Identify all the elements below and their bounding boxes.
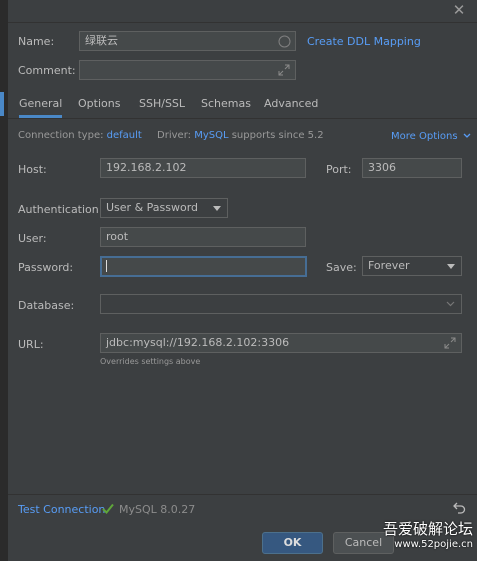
url-label: URL:	[18, 338, 44, 351]
chevron-down-icon	[446, 301, 455, 307]
close-icon[interactable]: ✕	[451, 2, 467, 18]
comment-field[interactable]	[79, 60, 296, 80]
tab-ssh-ssl[interactable]: SSH/SSL	[139, 92, 185, 116]
check-icon	[102, 503, 114, 514]
expand-icon[interactable]	[278, 64, 290, 76]
driver-label: Driver:	[157, 130, 191, 141]
name-label: Name:	[18, 35, 55, 48]
left-panel-strip	[0, 0, 8, 561]
port-label: Port:	[326, 163, 352, 176]
data-source-dialog: ✕ Name: 绿联云 Create DDL Mapping Comment: …	[0, 0, 477, 561]
test-connection-link[interactable]: Test Connection	[18, 503, 105, 516]
connection-type-link[interactable]: default	[107, 130, 142, 141]
title-bar: ✕	[8, 0, 477, 23]
more-options-label: More Options	[391, 131, 458, 142]
connection-type-label: Connection type:	[18, 130, 104, 141]
comment-label: Comment:	[18, 64, 76, 77]
name-value: 绿联云	[85, 34, 118, 47]
port-field[interactable]: 3306	[362, 158, 462, 178]
driver-note: supports since 5.2	[231, 130, 324, 141]
watermark: 吾爱破解论坛 www.52pojie.cn	[365, 520, 473, 551]
url-value: jdbc:mysql://192.168.2.102:3306	[106, 336, 290, 349]
user-label: User:	[18, 232, 47, 245]
url-field[interactable]: jdbc:mysql://192.168.2.102:3306	[100, 333, 462, 353]
expand-icon[interactable]	[444, 337, 456, 349]
selected-accent	[0, 92, 4, 116]
host-label: Host:	[18, 163, 47, 176]
create-ddl-mapping-link[interactable]: Create DDL Mapping	[307, 35, 421, 48]
driver-link[interactable]: MySQL	[194, 130, 228, 141]
authentication-value: User & Password	[106, 201, 199, 214]
password-field[interactable]	[100, 256, 307, 277]
authentication-select[interactable]: User & Password	[100, 198, 228, 218]
watermark-line1: 吾爱破解论坛	[382, 520, 473, 538]
more-options-button[interactable]: More Options	[391, 129, 471, 142]
revert-icon[interactable]	[453, 502, 466, 514]
tab-general[interactable]: General	[19, 92, 63, 118]
database-select[interactable]	[100, 294, 462, 314]
save-label: Save:	[326, 261, 357, 274]
port-value: 3306	[368, 161, 396, 174]
save-value: Forever	[368, 259, 410, 272]
password-label: Password:	[18, 261, 74, 274]
tab-advanced[interactable]: Advanced	[264, 92, 318, 116]
chevron-down-icon	[463, 133, 471, 138]
url-note: Overrides settings above	[100, 357, 201, 366]
watermark-line2: www.52pojie.cn	[394, 539, 473, 550]
user-value: root	[106, 230, 129, 243]
user-field[interactable]: root	[100, 227, 306, 247]
text-cursor	[106, 260, 107, 272]
tab-bar: General Options SSH/SSL Schemas Advanced	[8, 92, 477, 119]
authentication-label: Authentication:	[18, 203, 103, 216]
host-field[interactable]: 192.168.2.102	[100, 158, 306, 178]
color-picker-icon[interactable]	[278, 35, 291, 48]
test-status: MySQL 8.0.27	[119, 503, 196, 516]
database-label: Database:	[18, 299, 75, 312]
footer-separator	[8, 494, 477, 495]
tab-schemas[interactable]: Schemas	[201, 92, 251, 116]
chevron-down-icon	[213, 206, 221, 211]
ok-button[interactable]: OK	[262, 532, 323, 554]
tab-options[interactable]: Options	[78, 92, 120, 116]
host-value: 192.168.2.102	[106, 161, 187, 174]
save-select[interactable]: Forever	[362, 256, 462, 276]
name-field[interactable]: 绿联云	[79, 31, 296, 51]
chevron-down-icon	[447, 264, 455, 269]
connection-info: Connection type: default Driver: MySQL s…	[18, 130, 324, 141]
